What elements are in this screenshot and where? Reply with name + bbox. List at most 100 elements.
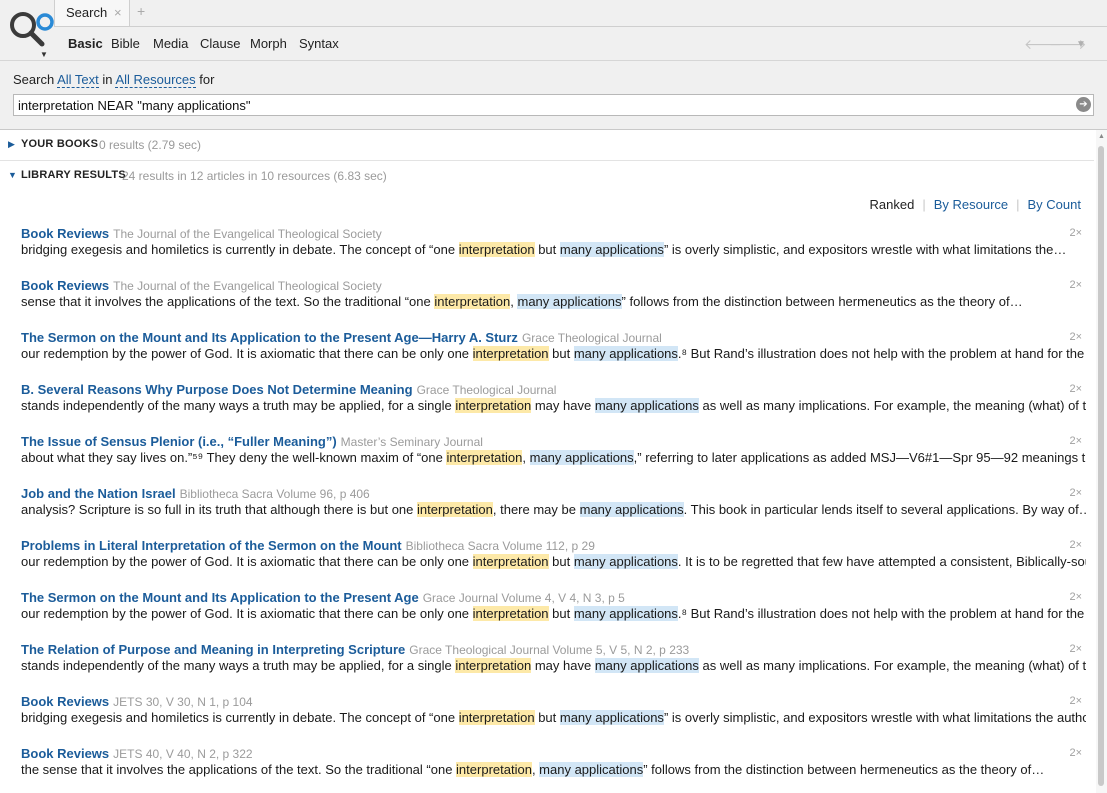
snippet-text: ,” referring to later applications as ad… bbox=[633, 450, 1086, 465]
result-item[interactable]: B. Several Reasons Why Purpose Does Not … bbox=[21, 382, 1086, 422]
snippet-text: ” is overly simplistic, and expositors w… bbox=[663, 710, 1086, 725]
subtab-media[interactable]: Media bbox=[153, 36, 188, 51]
result-source[interactable]: Grace Theological Journal bbox=[522, 331, 662, 345]
result-source[interactable]: The Journal of the Evangelical Theologic… bbox=[113, 227, 382, 241]
result-title-link[interactable]: Job and the Nation Israel bbox=[21, 486, 176, 501]
result-source[interactable]: JETS 40, V 40, N 2, p 322 bbox=[113, 747, 252, 761]
tab-label: Search bbox=[66, 5, 108, 20]
search-prefix: Search bbox=[13, 72, 55, 87]
result-title-link[interactable]: Book Reviews bbox=[21, 694, 109, 709]
result-item[interactable]: Job and the Nation Israel Bibliotheca Sac… bbox=[21, 486, 1086, 526]
result-title-link[interactable]: The Sermon on the Mount and Its Applicat… bbox=[21, 590, 419, 605]
vertical-scrollbar[interactable]: ▲ bbox=[1096, 130, 1107, 793]
result-snippet[interactable]: stands independently of the many ways a … bbox=[21, 658, 1086, 673]
result-snippet[interactable]: our redemption by the power of God. It i… bbox=[21, 606, 1086, 621]
result-item[interactable]: Book Reviews The Journal of the Evangelic… bbox=[21, 278, 1086, 318]
result-title-link[interactable]: Book Reviews bbox=[21, 278, 109, 293]
result-item[interactable]: The Sermon on the Mount and Its Applicat… bbox=[21, 590, 1086, 630]
result-source[interactable]: The Journal of the Evangelical Theologic… bbox=[113, 279, 382, 293]
result-source[interactable]: Master’s Seminary Journal bbox=[341, 435, 483, 449]
result-item[interactable]: The Relation of Purpose and Meaning in I… bbox=[21, 642, 1086, 682]
match-highlight-interpretation: interpretation bbox=[472, 606, 549, 621]
result-source[interactable]: Bibliotheca Sacra Volume 96, p 406 bbox=[180, 487, 370, 501]
tab-close-icon[interactable]: × bbox=[114, 5, 122, 20]
snippet-text: ” follows from the distinction between h… bbox=[621, 294, 1023, 309]
search-suffix: for bbox=[199, 72, 215, 87]
result-snippet[interactable]: bridging exegesis and homiletics is curr… bbox=[21, 242, 1086, 257]
result-snippet[interactable]: the sense that it involves the applicati… bbox=[21, 762, 1086, 777]
text-scope-dropdown[interactable]: All Text bbox=[57, 72, 99, 88]
hit-count-badge: 2× bbox=[1069, 435, 1082, 447]
snippet-text: analysis? Scripture is so full in its tr… bbox=[21, 502, 417, 517]
result-snippet[interactable]: stands independently of the many ways a … bbox=[21, 398, 1086, 413]
result-item[interactable]: Problems in Literal Interpretation of th… bbox=[21, 538, 1086, 578]
snippet-text: .⁸ But Rand’s illustration does not help… bbox=[677, 606, 1086, 621]
logo-dropdown-icon[interactable]: ▼ bbox=[40, 50, 48, 59]
sort-ranked[interactable]: Ranked bbox=[870, 197, 915, 212]
result-title-link[interactable]: Problems in Literal Interpretation of th… bbox=[21, 538, 402, 553]
snippet-text: stands independently of the many ways a … bbox=[21, 398, 456, 413]
your-books-section-header[interactable]: ▶ YOUR BOOKS 0 results (2.79 sec) bbox=[0, 135, 1094, 157]
hit-count-badge: 2× bbox=[1069, 331, 1082, 343]
search-input[interactable]: interpretation NEAR "many applications" … bbox=[13, 94, 1094, 116]
result-snippet[interactable]: bridging exegesis and homiletics is curr… bbox=[21, 710, 1086, 725]
go-arrow-icon[interactable]: ➔ bbox=[1076, 97, 1091, 112]
subtab-bible[interactable]: Bible bbox=[111, 36, 140, 51]
result-snippet[interactable]: analysis? Scripture is so full in its tr… bbox=[21, 502, 1086, 517]
match-highlight-many-applications: many applications bbox=[573, 554, 678, 569]
scroll-thumb[interactable] bbox=[1098, 146, 1104, 786]
subtab-clause[interactable]: Clause bbox=[200, 36, 240, 51]
tab-search[interactable]: Search × bbox=[54, 0, 130, 26]
result-title-link[interactable]: The Sermon on the Mount and Its Applicat… bbox=[21, 330, 518, 345]
hit-count-badge: 2× bbox=[1069, 747, 1082, 759]
result-source[interactable]: Grace Theological Journal Volume 5, V 5,… bbox=[409, 643, 689, 657]
history-dropdown-icon[interactable]: ▼ bbox=[1076, 39, 1086, 50]
result-title-line: Book Reviews JETS 40, V 40, N 2, p 322 bbox=[21, 746, 253, 761]
hit-count-badge: 2× bbox=[1069, 279, 1082, 291]
subtab-morph[interactable]: Morph bbox=[250, 36, 287, 51]
sort-separator: | bbox=[1016, 197, 1020, 212]
result-item[interactable]: Book Reviews JETS 30, V 30, N 1, p 104 2× b… bbox=[21, 694, 1086, 734]
sort-separator: | bbox=[922, 197, 926, 212]
sort-options: Ranked | By Resource | By Count bbox=[870, 197, 1082, 213]
result-title-link[interactable]: Book Reviews bbox=[21, 226, 109, 241]
expand-triangle-icon[interactable]: ▶ bbox=[8, 139, 15, 150]
result-title-line: Job and the Nation Israel Bibliotheca Sac… bbox=[21, 486, 370, 501]
search-logo-icon[interactable] bbox=[4, 6, 56, 60]
subtab-syntax[interactable]: Syntax bbox=[299, 36, 339, 51]
result-title-link[interactable]: The Relation of Purpose and Meaning in I… bbox=[21, 642, 405, 657]
subtab-basic[interactable]: Basic bbox=[68, 36, 103, 51]
result-title-line: Book Reviews JETS 30, V 30, N 1, p 104 bbox=[21, 694, 253, 709]
match-highlight-interpretation: interpretation bbox=[434, 294, 511, 309]
resource-scope-dropdown[interactable]: All Resources bbox=[115, 72, 196, 88]
match-highlight-interpretation: interpretation bbox=[458, 242, 535, 257]
result-source[interactable]: Grace Theological Journal bbox=[417, 383, 557, 397]
result-snippet[interactable]: our redemption by the power of God. It i… bbox=[21, 554, 1086, 569]
result-title-link[interactable]: The Issue of Sensus Plenior (i.e., “Full… bbox=[21, 434, 337, 449]
result-snippet[interactable]: about what they say lives on.”⁵⁹ They de… bbox=[21, 450, 1086, 465]
result-item[interactable]: The Sermon on the Mount and Its Applicat… bbox=[21, 330, 1086, 370]
section-meta: 24 results in 12 articles in 10 resource… bbox=[122, 169, 387, 183]
scroll-up-icon[interactable]: ▲ bbox=[1098, 133, 1105, 140]
sort-by-resource[interactable]: By Resource bbox=[934, 197, 1008, 212]
add-tab-icon[interactable]: + bbox=[137, 3, 145, 19]
collapse-triangle-icon[interactable]: ▼ bbox=[8, 170, 17, 180]
result-source[interactable]: Bibliotheca Sacra Volume 112, p 29 bbox=[406, 539, 595, 553]
search-in-word: in bbox=[102, 72, 113, 87]
result-source[interactable]: JETS 30, V 30, N 1, p 104 bbox=[113, 695, 252, 709]
snippet-text: sense that it involves the applications … bbox=[21, 294, 435, 309]
snippet-text: but bbox=[534, 242, 560, 257]
result-snippet[interactable]: our redemption by the power of God. It i… bbox=[21, 346, 1086, 361]
result-title-link[interactable]: B. Several Reasons Why Purpose Does Not … bbox=[21, 382, 413, 397]
result-item[interactable]: Book Reviews JETS 40, V 40, N 2, p 322 2× t… bbox=[21, 746, 1086, 786]
result-snippet[interactable]: sense that it involves the applications … bbox=[21, 294, 1086, 309]
match-highlight-many-applications: many applications bbox=[529, 450, 634, 465]
sort-by-count[interactable]: By Count bbox=[1028, 197, 1081, 212]
result-item[interactable]: The Issue of Sensus Plenior (i.e., “Full… bbox=[21, 434, 1086, 474]
snippet-text: bridging exegesis and homiletics is curr… bbox=[21, 242, 459, 257]
result-title-link[interactable]: Book Reviews bbox=[21, 746, 109, 761]
library-results-section-header[interactable]: ▼ LIBRARY RESULTS 24 results in 12 artic… bbox=[0, 166, 1094, 188]
result-source[interactable]: Grace Journal Volume 4, V 4, N 3, p 5 bbox=[423, 591, 625, 605]
result-title-line: Problems in Literal Interpretation of th… bbox=[21, 538, 595, 553]
result-item[interactable]: Book Reviews The Journal of the Evangelic… bbox=[21, 226, 1086, 266]
